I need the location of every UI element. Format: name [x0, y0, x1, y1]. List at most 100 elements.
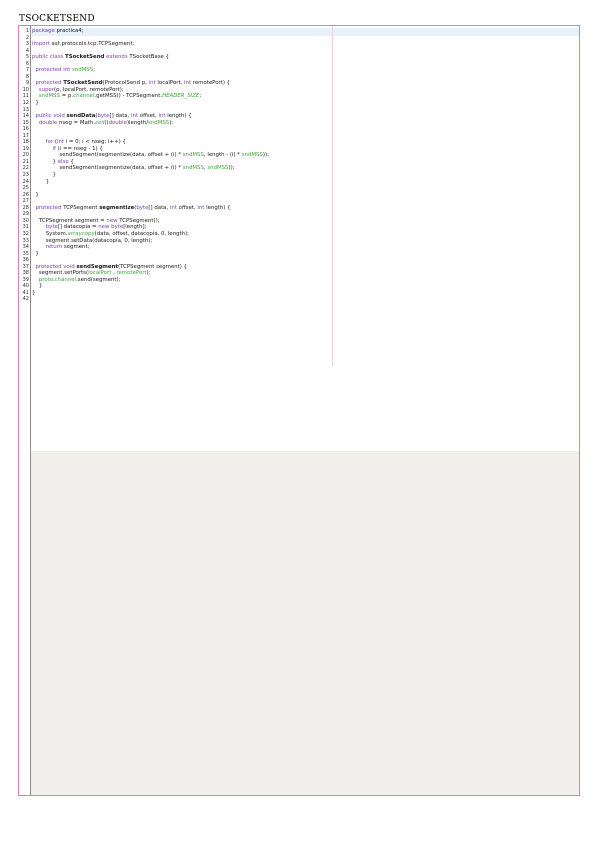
code-line[interactable]: 42	[19, 296, 579, 303]
code-token: segment;	[62, 244, 90, 251]
code-token: }	[32, 158, 58, 165]
code-token: TCPSegment segment =	[32, 217, 107, 224]
code-token: protected	[35, 204, 62, 211]
code-token: .send(segment);	[76, 276, 121, 283]
code-token: System.	[32, 230, 68, 237]
code-token: proto	[38, 276, 53, 283]
code-token: i = 0; i < nseg; i++) {	[64, 139, 126, 146]
code-token: sendSegment(segmentize(data, offset + (i…	[32, 165, 183, 172]
code-token: TSocketBase {	[127, 54, 169, 61]
code-token: byte	[136, 204, 149, 211]
code-token: }	[32, 250, 39, 257]
code-token: [] data,	[109, 113, 132, 120]
code-token: = p.	[60, 93, 74, 100]
code-token: (TCPSegment segment) {	[118, 263, 187, 270]
code-token: );	[169, 119, 174, 126]
code-token: remotePort) {	[191, 80, 231, 87]
code-token: );	[146, 270, 151, 277]
code-token: sendData	[66, 113, 96, 120]
code-token: segment.setPorts(	[32, 270, 89, 277]
code-token: sndMSS	[182, 165, 204, 172]
code-token: else	[57, 158, 69, 165]
code-token: }	[32, 191, 39, 198]
code-token: public void	[35, 113, 65, 120]
code-token: TSocketSend	[63, 80, 103, 87]
code-token: practica4;	[54, 28, 84, 34]
code-token: }	[32, 289, 36, 296]
code-token: ;	[199, 93, 202, 100]
code-token: int	[169, 204, 177, 211]
code-token: sndMSS	[71, 67, 94, 74]
code-token: new	[98, 224, 110, 231]
line-number: 42	[22, 296, 29, 303]
code-token: (ProtocolSend p,	[102, 80, 149, 87]
document-title: TSOCKETSEND	[19, 14, 95, 24]
code-token: return	[45, 244, 63, 251]
code-token: double	[108, 119, 127, 126]
code-token: protected	[35, 80, 62, 87]
code-token: sendSegment	[76, 263, 118, 270]
code-token: )length/	[126, 119, 149, 126]
code-token: TSocketSend	[65, 54, 105, 61]
code-token: {	[68, 158, 74, 165]
code-token: offset,	[176, 204, 198, 211]
code-token: int	[148, 80, 156, 87]
code-token: protected int	[35, 67, 71, 74]
code-token: super	[38, 86, 55, 93]
code-token: offset,	[138, 113, 159, 120]
code-token: remotePort	[116, 270, 147, 277]
code-token: (p, localPort, remotePort);	[54, 86, 124, 93]
code-token: byte	[97, 113, 110, 120]
code-lines: 1 package practica4; 2 3 import ast.protocol…	[19, 28, 579, 303]
code-token: (data, offset, datacopia, 0, length);	[94, 230, 190, 237]
code-token: TCPSegment();	[117, 217, 160, 224]
code-token: new	[106, 217, 118, 224]
code-token: package	[32, 28, 55, 34]
code-token: [] data,	[148, 204, 170, 211]
code-token: segment.setData(datacopia, 0, length);	[32, 237, 153, 244]
code-token: int	[56, 139, 64, 146]
code-token: channel	[54, 276, 77, 283]
code-token: byte	[45, 224, 58, 231]
code-token: extends	[106, 54, 128, 61]
code-token: arraycopy	[67, 230, 95, 237]
code-token: import	[32, 41, 50, 48]
code-token: }	[32, 172, 56, 179]
code-token: byte	[111, 224, 124, 231]
code-token: public class	[32, 54, 64, 61]
code-token: sndMSS	[241, 152, 263, 159]
code-token: HEADER_SIZE	[162, 93, 200, 100]
code-token: int	[184, 80, 192, 87]
code-token: [] datacopia =	[57, 224, 99, 231]
code-token: sendSegment(segmentize(data, offset + (i…	[32, 152, 183, 159]
code-token: localPort,	[155, 80, 184, 87]
code-token: ceil	[95, 119, 105, 126]
code-token: nseg = Math.	[57, 119, 96, 126]
code-token: sndMSS	[38, 93, 61, 100]
code-token: int	[158, 113, 166, 120]
code-token: , length - (i) *	[203, 152, 242, 159]
code-token: }	[32, 283, 43, 290]
code-token: localPort	[88, 270, 112, 277]
code-token: ));	[262, 152, 269, 159]
code-token: sndMSS	[207, 165, 229, 172]
code-editor[interactable]: 1 package practica4; 2 3 import ast.protocol…	[18, 25, 580, 796]
code-token: length) {	[165, 113, 192, 120]
code-token: segmentize	[99, 204, 135, 211]
code-token: (i == nseg - 1) {	[55, 145, 103, 152]
code-token: sndMSS	[182, 152, 204, 159]
code-token: TCPSegment	[61, 204, 100, 211]
code-token: channel	[73, 93, 95, 100]
code-token: }	[32, 100, 39, 107]
code-token: length) {	[204, 204, 231, 211]
code-token: sndMSS	[148, 119, 170, 126]
code-token: protected void	[35, 263, 75, 270]
